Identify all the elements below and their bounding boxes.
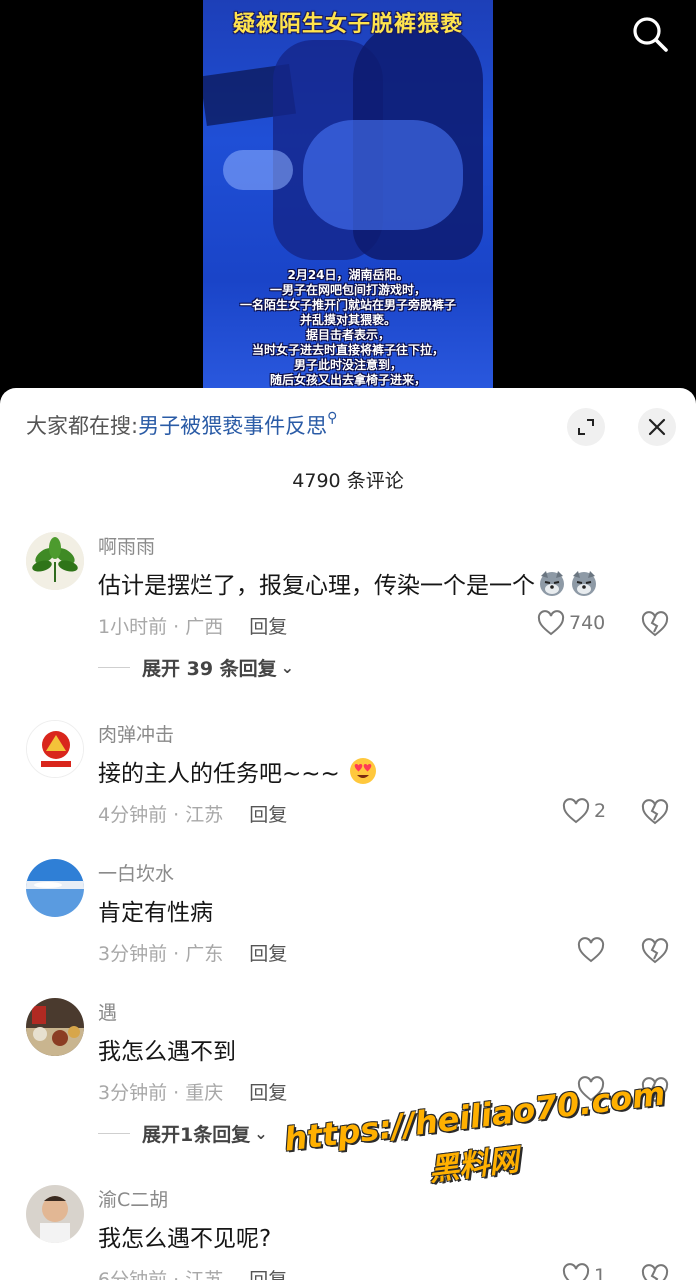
comment-username[interactable]: 遇 [98, 998, 117, 1025]
reply-button[interactable]: 回复 [249, 1082, 287, 1104]
comment-time-location: 6分钟前 · 江苏 [98, 1269, 224, 1280]
comment-text-content: 估计是摆烂了，报复心理，传染一个是一个 [98, 573, 535, 599]
hot-search-prefix: 大家都在搜: [26, 414, 139, 438]
comment-count: 4790 条评论 [292, 470, 404, 492]
comment-text-content: 我怎么遇不到 [98, 1039, 236, 1065]
reply-button[interactable]: 回复 [249, 616, 287, 638]
subtitle-line: 一名陌生女子推开门就站在男子旁脱裤子 [239, 298, 456, 312]
comment-time-location: 3分钟前 · 广东 [98, 943, 224, 965]
heart-icon [577, 1076, 605, 1102]
heart-icon [562, 798, 590, 824]
like-count: 2 [594, 800, 607, 822]
comment-meta: 6分钟前 · 江苏 回复 [98, 1265, 287, 1280]
expand-replies-label: 展开 39 条回复 [142, 658, 277, 680]
subtitle-line: 男子此时没注意到， [293, 358, 402, 372]
comment-username[interactable]: 肉弹冲击 [98, 720, 174, 747]
divider [98, 1133, 130, 1134]
chevron-down-icon: ⌄ [254, 1124, 268, 1143]
subtitle-line: 当时女子进去时直接将裤子往下拉， [251, 343, 444, 357]
reply-button[interactable]: 回复 [249, 943, 287, 965]
subtitle-line: 一男子在网吧包间打游戏时， [269, 283, 426, 297]
avatar[interactable] [26, 720, 84, 778]
like-count: 1 [594, 1265, 607, 1280]
comment-text: 肯定有性病 [98, 893, 213, 927]
heart-eyes-emoji [349, 758, 376, 784]
avatar[interactable] [26, 859, 84, 917]
broken-heart-icon[interactable] [640, 608, 670, 638]
divider [98, 667, 130, 668]
like-count: 740 [569, 612, 606, 634]
hot-search-bar[interactable]: 大家都在搜:男子被猥亵事件反思⚲ [26, 410, 337, 440]
avatar[interactable] [26, 998, 84, 1056]
comment-text: 我怎么遇不见呢? [98, 1219, 271, 1253]
comment-time-location: 3分钟前 · 重庆 [98, 1082, 224, 1104]
comment-meta: 1小时前 · 广西 回复 [98, 612, 287, 639]
comment-time-location: 1小时前 · 广西 [98, 616, 224, 638]
comment-meta: 3分钟前 · 广东 回复 [98, 939, 287, 966]
comment-username[interactable]: 一白坎水 [98, 859, 174, 886]
like-button[interactable]: 2 [562, 796, 606, 826]
heart-icon [577, 937, 605, 963]
comment-username[interactable]: 渝C二胡 [98, 1185, 168, 1212]
comment-meta: 3分钟前 · 重庆 回复 [98, 1078, 287, 1105]
close-icon [648, 418, 666, 436]
reply-button[interactable]: 回复 [249, 1269, 287, 1280]
broken-heart-icon[interactable] [640, 935, 670, 965]
subtitle-line: 并乱摸对其猥亵。 [299, 313, 396, 327]
subtitle-line: 2月24日，湖南岳阳。 [287, 268, 409, 282]
heart-icon [562, 1263, 590, 1280]
broken-heart-icon[interactable] [640, 1074, 670, 1104]
like-button[interactable] [577, 1074, 605, 1104]
video-headline: 疑被陌生女子脱裤猥亵 [232, 12, 463, 37]
comment-text-content: 肯定有性病 [98, 900, 213, 926]
reply-button[interactable]: 回复 [249, 804, 287, 826]
avatar[interactable] [26, 1185, 84, 1243]
expand-icon [578, 419, 594, 435]
subtitle-line: 据目击者表示， [305, 328, 390, 342]
wolf-emoji [540, 571, 564, 596]
video-scene [303, 120, 463, 230]
subtitle-line: 随后女孩又出去拿椅子进来， [269, 373, 426, 387]
comment-text-content: 接的主人的任务吧~~~ [98, 761, 340, 787]
expand-replies-label: 展开1条回复 [142, 1124, 251, 1146]
video-frame[interactable]: 疑被陌生女子脱裤猥亵 2月24日，湖南岳阳。 一男子在网吧包间打游戏时， 一名陌… [203, 0, 493, 400]
close-button[interactable] [638, 408, 676, 446]
mini-search-icon: ⚲ [327, 410, 338, 426]
comment-username[interactable]: 啊雨雨 [98, 532, 155, 559]
comment-text: 估计是摆烂了，报复心理，传染一个是一个 [98, 566, 599, 600]
hot-search-term[interactable]: 男子被猥亵事件反思 [138, 414, 327, 438]
comment-text: 接的主人的任务吧~~~ [98, 754, 378, 788]
video-scene [223, 150, 293, 190]
comment-meta: 4分钟前 · 江苏 回复 [98, 800, 287, 827]
like-button[interactable] [577, 935, 605, 965]
comments-sheet: 大家都在搜:男子被猥亵事件反思⚲ 4790 条评论 啊雨雨 估计是摆烂了，报复心… [0, 388, 696, 1280]
like-button[interactable]: 740 [537, 608, 605, 638]
expand-replies[interactable]: 展开1条回复 ⌄ [98, 1120, 268, 1147]
broken-heart-icon[interactable] [640, 1261, 670, 1280]
video-player[interactable]: 疑被陌生女子脱裤猥亵 2月24日，湖南岳阳。 一男子在网吧包间打游戏时， 一名陌… [0, 0, 696, 420]
avatar[interactable] [26, 532, 84, 590]
broken-heart-icon[interactable] [640, 796, 670, 826]
heart-icon [537, 610, 565, 636]
video-subtitles: 2月24日，湖南岳阳。 一男子在网吧包间打游戏时， 一名陌生女子推开门就站在男子… [203, 268, 493, 388]
comment-time-location: 4分钟前 · 江苏 [98, 804, 224, 826]
comment-text: 我怎么遇不到 [98, 1032, 236, 1066]
expand-replies[interactable]: 展开 39 条回复 ⌄ [98, 654, 294, 681]
wolf-emoji [572, 571, 596, 596]
comment-text-content: 我怎么遇不见呢? [98, 1226, 272, 1252]
chevron-down-icon: ⌄ [280, 658, 295, 677]
expand-button[interactable] [567, 408, 605, 446]
like-button[interactable]: 1 [562, 1261, 606, 1280]
search-icon[interactable] [630, 14, 670, 54]
